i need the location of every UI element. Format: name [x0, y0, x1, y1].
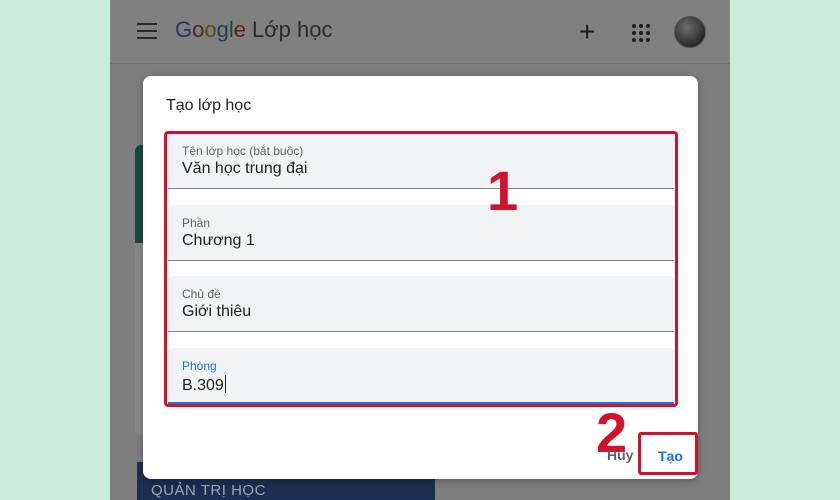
- menu-icon[interactable]: [137, 23, 157, 39]
- app-logo[interactable]: Google Lớp học: [175, 17, 333, 43]
- banner-text: QUẢN TRỊ HỌC: [151, 482, 266, 499]
- annotation-box-fields: [164, 131, 678, 407]
- apps-grid-icon[interactable]: [632, 24, 650, 42]
- cancel-button[interactable]: Hủy: [607, 447, 633, 463]
- plus-icon[interactable]: +: [579, 18, 595, 46]
- top-app-bar: Google Lớp học +: [110, 0, 730, 64]
- annotation-step-1: 1: [487, 159, 519, 222]
- annotation-box-create: Tạo: [638, 432, 698, 475]
- avatar[interactable]: [674, 16, 706, 48]
- create-button[interactable]: Tạo: [658, 448, 683, 464]
- product-name: Lớp học: [252, 17, 333, 42]
- dialog-title: Tạo lớp học: [166, 97, 252, 114]
